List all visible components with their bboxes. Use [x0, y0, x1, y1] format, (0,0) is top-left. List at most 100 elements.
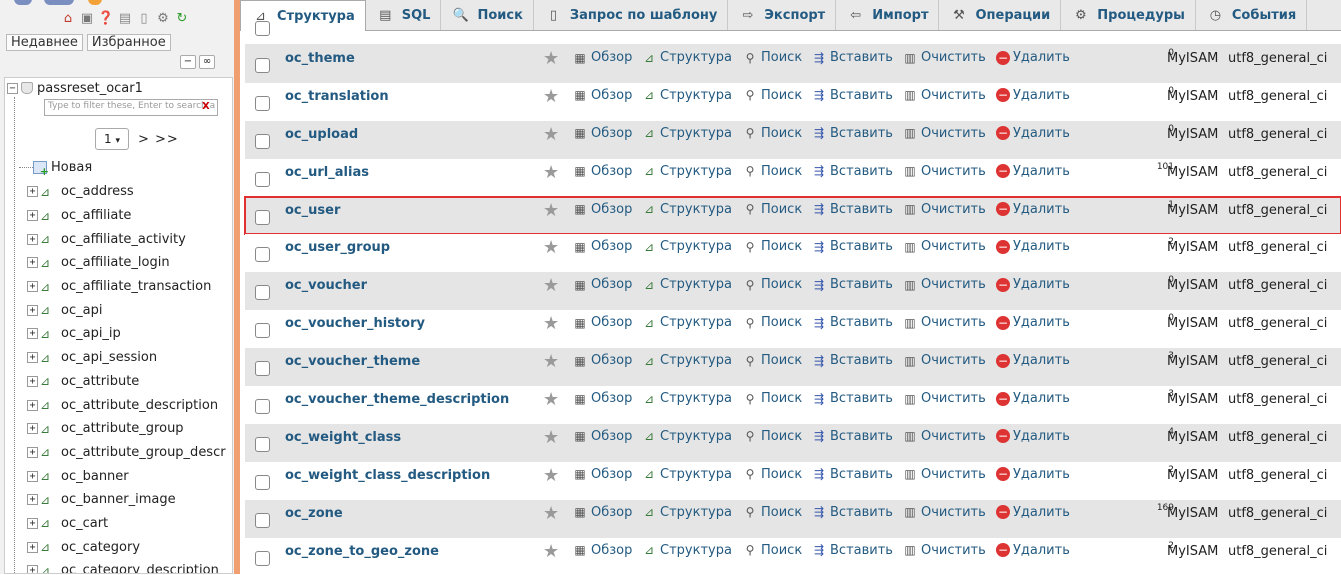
insert-link[interactable]: ⇶ Вставить	[811, 505, 893, 520]
browse-link[interactable]: ▦ Обзор	[572, 277, 632, 292]
clear-filter-icon[interactable]: X	[202, 101, 210, 112]
expand-icon[interactable]: +	[27, 399, 38, 411]
docs2-icon[interactable]: ▯	[136, 11, 152, 27]
table-structure-icon[interactable]: ⊿	[40, 209, 56, 223]
structure-link[interactable]: ⊿ Структура	[641, 126, 732, 141]
sidebar-item-label[interactable]: oc_affiliate_transaction	[61, 279, 211, 294]
new-table-label[interactable]: Новая	[51, 160, 92, 175]
browse-link[interactable]: ▦ Обзор	[572, 353, 632, 368]
drop-link[interactable]: − Удалить	[996, 88, 1070, 103]
empty-link[interactable]: ▥ Очистить	[902, 429, 985, 444]
expand-icon[interactable]: +	[27, 423, 38, 435]
docs-icon[interactable]: ▤	[117, 11, 133, 27]
database-node[interactable]: − passreset_ocar1	[7, 79, 143, 97]
sidebar-item-label[interactable]: oc_api_session	[61, 350, 157, 365]
table-structure-icon[interactable]: ⊿	[40, 185, 56, 199]
structure-link[interactable]: ⊿ Структура	[641, 315, 732, 330]
row-checkbox[interactable]	[255, 474, 270, 490]
browse-link[interactable]: ▦ Обзор	[572, 505, 632, 520]
sidebar-item-table[interactable]: + ⊿ oc_cart	[27, 512, 232, 536]
empty-link[interactable]: ▥ Очистить	[902, 50, 985, 65]
table-structure-icon[interactable]: ⊿	[40, 374, 56, 388]
empty-link[interactable]: ▥ Очистить	[902, 353, 985, 368]
table-structure-icon[interactable]: ⊿	[40, 445, 56, 459]
tab-import[interactable]: ⇦ Импорт	[836, 0, 940, 30]
favorite-star-icon[interactable]: ★	[543, 86, 559, 107]
collapse-icon[interactable]: −	[7, 82, 18, 94]
empty-link[interactable]: ▥ Очистить	[902, 164, 985, 179]
favorite-star-icon[interactable]: ★	[543, 200, 559, 221]
empty-link[interactable]: ▥ Очистить	[902, 315, 985, 330]
expand-icon[interactable]: +	[27, 446, 38, 458]
expand-icon[interactable]: +	[27, 210, 38, 222]
row-checkbox[interactable]	[255, 133, 270, 149]
sidebar-item-table[interactable]: + ⊿ oc_api	[27, 298, 232, 322]
row-checkbox[interactable]	[255, 361, 270, 377]
empty-link[interactable]: ▥ Очистить	[902, 277, 985, 292]
empty-link[interactable]: ▥ Очистить	[902, 202, 985, 217]
expand-icon[interactable]: +	[27, 233, 38, 245]
sidebar-item-label[interactable]: oc_api_ip	[61, 326, 121, 341]
structure-link[interactable]: ⊿ Структура	[641, 543, 732, 558]
table-structure-icon[interactable]: ⊿	[40, 516, 56, 530]
sidebar-item-table[interactable]: + ⊿ oc_category_description	[27, 559, 232, 573]
table-name-link[interactable]: oc_weight_class_description	[285, 468, 490, 483]
drop-link[interactable]: − Удалить	[996, 353, 1070, 368]
insert-link[interactable]: ⇶ Вставить	[811, 543, 893, 558]
table-name-link[interactable]: oc_zone_to_geo_zone	[285, 544, 439, 559]
expand-icon[interactable]: +	[27, 352, 38, 364]
sidebar-item-table[interactable]: + ⊿ oc_api_ip	[27, 322, 232, 346]
insert-link[interactable]: ⇶ Вставить	[811, 239, 893, 254]
table-name-link[interactable]: oc_theme	[285, 51, 355, 66]
table-name-link[interactable]: oc_voucher	[285, 278, 367, 293]
table-structure-icon[interactable]: ⊿	[40, 280, 56, 294]
link-with-main-button[interactable]: ∞	[199, 55, 215, 69]
favorite-star-icon[interactable]: ★	[543, 49, 559, 69]
sidebar-item-table[interactable]: + ⊿ oc_attribute	[27, 370, 232, 394]
sidebar-item-table[interactable]: + ⊿ oc_banner_image	[27, 488, 232, 512]
drop-link[interactable]: − Удалить	[996, 126, 1070, 141]
table-structure-icon[interactable]: ⊿	[40, 303, 56, 317]
sidebar-item-label[interactable]: oc_category	[61, 540, 140, 555]
nav-resize-handle[interactable]	[234, 0, 240, 574]
insert-link[interactable]: ⇶ Вставить	[811, 391, 893, 406]
insert-link[interactable]: ⇶ Вставить	[811, 164, 893, 179]
search-link[interactable]: ⚲ Поиск	[742, 505, 803, 520]
expand-icon[interactable]: +	[27, 541, 38, 553]
sidebar-item-label[interactable]: oc_address	[61, 184, 134, 199]
row-checkbox[interactable]	[255, 399, 270, 415]
sidebar-item-label[interactable]: oc_affiliate	[61, 208, 131, 223]
table-name-link[interactable]: oc_user_group	[285, 240, 390, 255]
sidebar-item-label[interactable]: oc_banner	[61, 469, 129, 484]
table-name-link[interactable]: oc_weight_class	[285, 430, 401, 445]
browse-link[interactable]: ▦ Обзор	[572, 202, 632, 217]
table-structure-icon[interactable]: ⊿	[40, 469, 56, 483]
insert-link[interactable]: ⇶ Вставить	[811, 88, 893, 103]
home-icon[interactable]: ⌂	[60, 11, 76, 27]
tab-favorites[interactable]: Избранное	[86, 34, 171, 51]
row-checkbox[interactable]	[255, 285, 270, 301]
search-link[interactable]: ⚲ Поиск	[742, 202, 803, 217]
table-name-link[interactable]: oc_voucher_history	[285, 316, 425, 331]
insert-link[interactable]: ⇶ Вставить	[811, 126, 893, 141]
row-checkbox[interactable]	[255, 58, 270, 73]
search-link[interactable]: ⚲ Поиск	[742, 277, 803, 292]
favorite-star-icon[interactable]: ★	[543, 427, 559, 448]
table-name-link[interactable]: oc_voucher_theme_description	[285, 392, 509, 407]
expand-icon[interactable]: +	[27, 375, 38, 387]
table-name-link[interactable]: oc_url_alias	[285, 165, 369, 180]
drop-link[interactable]: − Удалить	[996, 277, 1070, 292]
structure-link[interactable]: ⊿ Структура	[641, 88, 732, 103]
sidebar-item-table[interactable]: + ⊿ oc_attribute_group_descr	[27, 441, 232, 465]
table-filter-input[interactable]: Type to filter these, Enter to search a	[44, 99, 218, 116]
favorite-star-icon[interactable]: ★	[543, 162, 559, 183]
phpmyadmin-logo[interactable]	[0, 0, 120, 6]
favorite-star-icon[interactable]: ★	[543, 124, 559, 145]
tab-search[interactable]: 🔍 Поиск	[441, 0, 534, 30]
sidebar-item-table[interactable]: + ⊿ oc_address	[27, 180, 232, 204]
expand-icon[interactable]: +	[27, 470, 38, 482]
favorite-star-icon[interactable]: ★	[543, 503, 559, 524]
sidebar-item-table[interactable]: + ⊿ oc_attribute_description	[27, 393, 232, 417]
structure-link[interactable]: ⊿ Структура	[641, 202, 732, 217]
favorite-star-icon[interactable]: ★	[543, 276, 559, 296]
